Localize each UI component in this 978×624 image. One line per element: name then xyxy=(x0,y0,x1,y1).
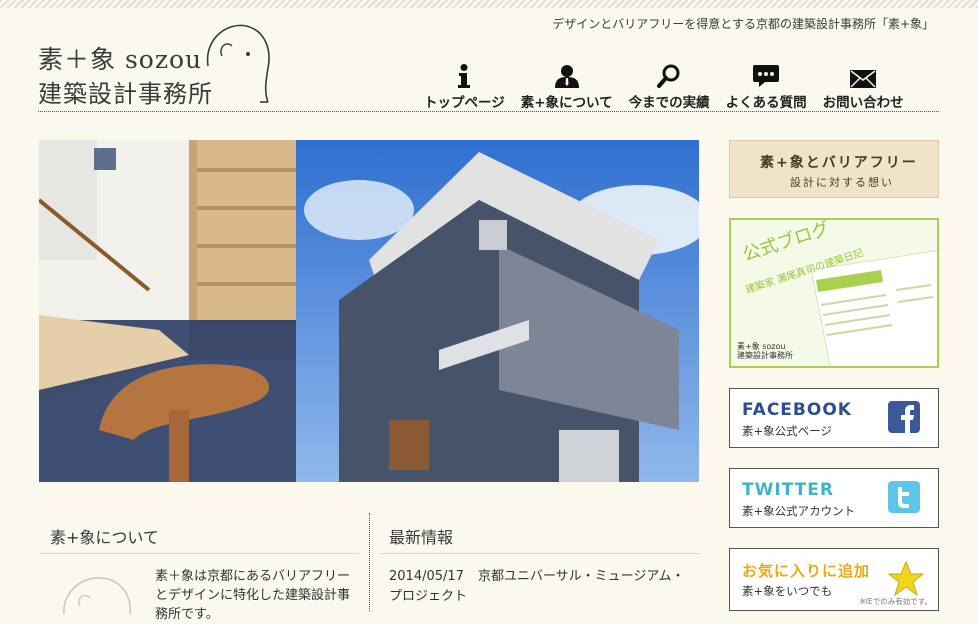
mail-icon xyxy=(850,60,877,88)
nav-item-faq[interactable]: よくある質問 xyxy=(726,60,807,111)
barrierfree-banner-title: 素+象とバリアフリー xyxy=(760,155,918,171)
news-heading: 最新情報 xyxy=(389,528,454,547)
header-divider xyxy=(38,111,939,112)
about-divider xyxy=(39,553,359,554)
blog-banner[interactable]: 公式ブログ 建築家 瀬尾真司の建築日記 素+象 sozou 建築設計事務所 xyxy=(729,218,939,368)
favorite-note: ※IEでのみ有効です。 xyxy=(859,597,932,606)
search-icon xyxy=(657,60,681,88)
logo-text-line1: 素＋象 sozou xyxy=(38,45,203,74)
nav-item-top[interactable]: トップページ xyxy=(424,60,505,111)
facebook-icon xyxy=(888,401,920,433)
favorite-title: お気に入りに追加 xyxy=(742,562,871,580)
about-heading: 素+象について xyxy=(50,528,159,547)
twitter-banner[interactable]: TWITTER 素+象公式アカウント xyxy=(729,468,939,528)
facebook-banner[interactable]: FACEBOOK 素+象公式ページ xyxy=(729,388,939,448)
top-stripe xyxy=(0,0,978,8)
barrierfree-banner[interactable]: 素+象とバリアフリー 設計に対する想い xyxy=(729,140,939,198)
twitter-subtitle: 素+象公式アカウント xyxy=(742,504,856,518)
site-tagline: デザインとバリアフリーを得意とする京都の建築設計事務所「素+象」 xyxy=(552,17,934,31)
nav-label: トップページ xyxy=(424,95,505,111)
nav-label: 素+象について xyxy=(520,95,613,111)
blog-logo-line2: 建築設計事務所 xyxy=(737,351,793,360)
news-divider xyxy=(380,553,700,554)
about-text: 素＋象は京都にあるバリアフリーとデザインに特化した建築設計事務所です。 xyxy=(155,569,351,622)
facebook-title: FACEBOOK xyxy=(742,400,852,420)
main-nav: トップページ 素+象について 今までの実績 よくある質問 お問い合わせ xyxy=(424,60,904,111)
nav-label: お問い合わせ xyxy=(822,95,904,111)
twitter-icon xyxy=(888,481,920,513)
favorite-subtitle: 素+象をいつでも xyxy=(742,584,833,598)
logo-text-line2: 建築設計事務所 xyxy=(38,80,213,108)
hero-image xyxy=(39,140,699,482)
nav-item-about[interactable]: 素+象について xyxy=(521,60,613,111)
blog-banner-logo: 素+象 sozou 建築設計事務所 xyxy=(737,342,793,360)
nav-item-works[interactable]: 今までの実績 xyxy=(629,60,710,111)
chat-icon xyxy=(753,60,780,88)
info-icon xyxy=(457,60,471,88)
person-icon xyxy=(554,60,579,88)
site-logo[interactable]: 素＋象 sozou 建築設計事務所 xyxy=(38,18,278,108)
blog-logo-line1: 素+象 sozou xyxy=(737,342,786,351)
nav-label: 今までの実績 xyxy=(628,95,710,111)
nav-label: よくある質問 xyxy=(725,95,807,111)
nav-item-contact[interactable]: お問い合わせ xyxy=(823,60,904,111)
column-divider xyxy=(369,513,370,611)
facebook-subtitle: 素+象公式ページ xyxy=(742,424,832,438)
favorite-banner[interactable]: お気に入りに追加 素+象をいつでも ※IEでのみ有効です。 xyxy=(729,548,939,611)
elephant-logo-icon xyxy=(63,577,131,615)
twitter-title: TWITTER xyxy=(742,480,834,500)
star-icon xyxy=(887,560,925,597)
barrierfree-banner-subtitle: 設計に対する想い xyxy=(790,176,894,189)
news-item[interactable]: 2014/05/17 京都ユニバーサル・ミュージアム・プロジェクト xyxy=(389,567,694,607)
news-date: 2014/05/17 xyxy=(389,569,464,584)
